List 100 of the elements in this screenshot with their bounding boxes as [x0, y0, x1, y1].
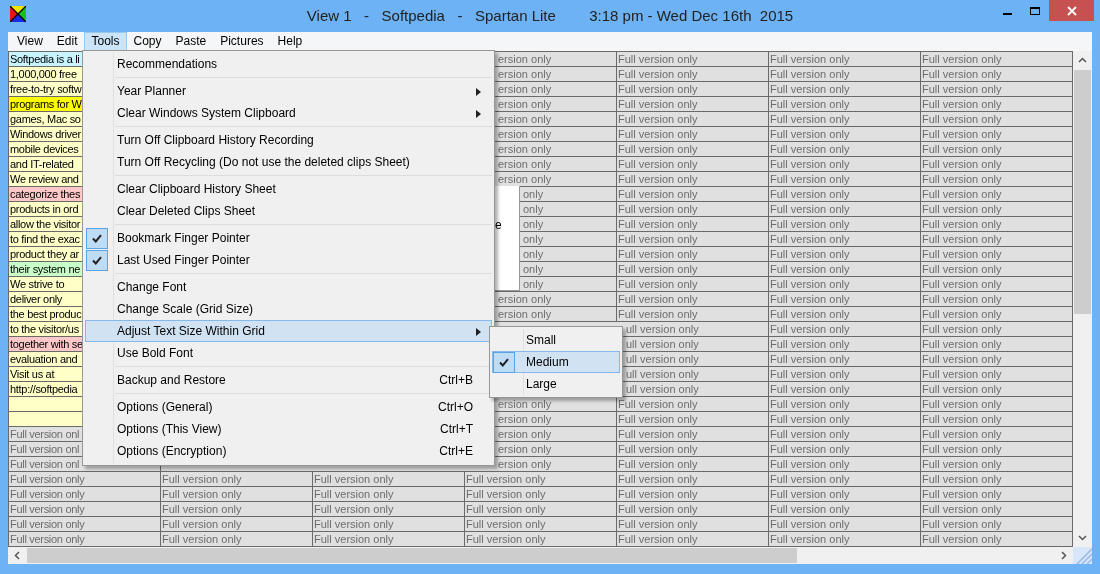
menu-item[interactable]: Bookmark Finger Pointer [85, 227, 492, 249]
table-cell: Full version only [9, 517, 161, 532]
table-cell: Full version only [921, 352, 1073, 367]
table-cell: Full version only [9, 472, 161, 487]
table-cell: Full version only [769, 457, 921, 472]
table-cell: Full version only [769, 247, 921, 262]
table-cell: Full version only [921, 307, 1073, 322]
table-cell: Full version only [617, 277, 769, 292]
table-cell: Full version only [769, 142, 921, 157]
horizontal-scrollbar[interactable] [8, 547, 1073, 564]
table-cell: Full version only [769, 127, 921, 142]
menu-item[interactable]: Large [492, 373, 620, 395]
table-cell: Full version only [921, 277, 1073, 292]
table-cell: Full version only [161, 532, 313, 547]
menu-bar-item[interactable]: Paste [168, 32, 214, 51]
close-button[interactable] [1049, 0, 1094, 21]
table-cell: Full version only [769, 487, 921, 502]
table-cell: Full version only [617, 262, 769, 277]
table-cell: Full version only [921, 262, 1073, 277]
table-cell: Full version only [921, 187, 1073, 202]
table-cell: Full version only [617, 127, 769, 142]
table-cell: Full version only [921, 247, 1073, 262]
table-cell: Full version only [921, 82, 1073, 97]
table-cell: Full version only [769, 427, 921, 442]
scrollbar-thumb[interactable] [27, 548, 797, 563]
table-cell: Full version only [921, 487, 1073, 502]
table-cell: Full version only [617, 397, 769, 412]
scroll-down-icon[interactable] [1078, 535, 1087, 541]
table-cell: Full version only [161, 502, 313, 517]
table-cell: Full version only [465, 487, 617, 502]
table-cell: Full version only [617, 427, 769, 442]
table-cell: Full version only [921, 382, 1073, 397]
table-cell: Full version only [313, 517, 465, 532]
table-cell: Full version only [769, 52, 921, 67]
table-cell: Full version only [769, 217, 921, 232]
menu-item[interactable]: Medium [492, 351, 620, 373]
table-cell: Full version only [769, 67, 921, 82]
menu-bar-item[interactable]: Edit [49, 32, 85, 51]
scroll-left-icon[interactable] [14, 551, 20, 560]
table-cell: Full version only [769, 532, 921, 547]
resize-grip-icon[interactable] [1073, 547, 1092, 564]
table-cell: Full version only [617, 112, 769, 127]
table-cell: Full version only [921, 427, 1073, 442]
table-cell: Full version only [617, 172, 769, 187]
close-icon[interactable] [1066, 5, 1077, 16]
table-cell: Full version only [921, 502, 1073, 517]
table-cell: Full version only [769, 397, 921, 412]
menu-bar-item[interactable]: View [10, 32, 50, 51]
table-cell: Full version only [465, 472, 617, 487]
table-cell: Full version only [465, 517, 617, 532]
table-cell: Full version only [769, 382, 921, 397]
table-cell: Full version only [769, 337, 921, 352]
table-cell: Full version only [617, 187, 769, 202]
scroll-up-icon[interactable] [1078, 57, 1087, 63]
table-cell: Full version only [769, 172, 921, 187]
table-cell: Full version only [617, 517, 769, 532]
table-cell: Full version only [921, 52, 1073, 67]
table-cell: Full version only [465, 532, 617, 547]
table-cell: Full version only [617, 442, 769, 457]
table-cell: Full version only [921, 442, 1073, 457]
table-cell: Full version only [617, 502, 769, 517]
vertical-scrollbar[interactable] [1073, 51, 1092, 547]
table-cell: Full version only [769, 322, 921, 337]
menu-item[interactable]: Adjust Text Size Within Grid [85, 320, 492, 342]
table-cell: Full version only [769, 202, 921, 217]
table-cell: Full version only [769, 352, 921, 367]
menu-item[interactable]: Last Used Finger Pointer [85, 249, 492, 271]
table-cell: Full version only [617, 67, 769, 82]
table-cell: Full version only [921, 412, 1073, 427]
table-cell: Full version only [921, 172, 1073, 187]
table-cell: Full version only [769, 367, 921, 382]
table-cell: Full version only [769, 277, 921, 292]
popup-text: e [495, 217, 503, 234]
menu-bar-item[interactable]: Copy [126, 32, 169, 51]
table-cell: Full version only [769, 232, 921, 247]
app-icon [10, 6, 26, 22]
table-cell: Full version only [921, 322, 1073, 337]
table-cell: Full version only [769, 472, 921, 487]
table-cell: Full version only [769, 307, 921, 322]
menu-bar-item[interactable]: Pictures [213, 32, 271, 51]
table-cell: Full version only [617, 472, 769, 487]
scrollbar-thumb[interactable] [1074, 70, 1091, 314]
table-cell: Full version only [617, 52, 769, 67]
table-cell: Full version only [617, 142, 769, 157]
table-cell: Full version only [617, 97, 769, 112]
table-cell: Full version only [921, 472, 1073, 487]
scroll-right-icon[interactable] [1061, 551, 1067, 560]
table-cell: Full version only [769, 157, 921, 172]
table-cell: Full version only [769, 292, 921, 307]
table-cell: Full version only [313, 532, 465, 547]
table-cell: Full version only [617, 217, 769, 232]
table-cell: Full version only [617, 247, 769, 262]
table-cell: Full version only [921, 112, 1073, 127]
menu-bar-item[interactable]: Help [270, 32, 310, 51]
table-cell: Full version only [617, 457, 769, 472]
table-cell: Full version only [313, 472, 465, 487]
menu-item[interactable]: Small [492, 329, 620, 351]
table-cell: Full version only [921, 367, 1073, 382]
table-cell: Full version only [921, 217, 1073, 232]
table-cell: Full version only [769, 112, 921, 127]
